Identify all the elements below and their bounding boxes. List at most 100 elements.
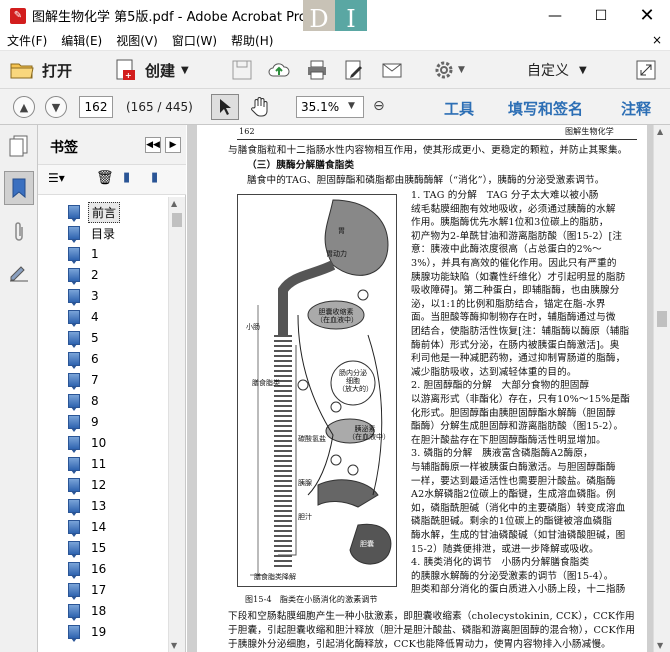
print-icon[interactable] bbox=[306, 59, 328, 81]
bookmark-item[interactable]: 前言 bbox=[68, 201, 121, 223]
scroll-up-icon[interactable]: ▲ bbox=[171, 199, 177, 208]
bookmark-item[interactable]: 16 bbox=[68, 559, 109, 579]
text-line: 4. 胰类消化的调节 小肠内分解膳食脂类 bbox=[411, 557, 590, 569]
bookmark-item[interactable]: 19 bbox=[68, 622, 109, 642]
bookmark-item[interactable]: 14 bbox=[68, 517, 109, 537]
fill-sign-pane-link[interactable]: 填写和签名 bbox=[508, 98, 583, 119]
bookmark-item[interactable]: 2 bbox=[68, 265, 102, 285]
minimize-button[interactable]: — bbox=[532, 0, 578, 31]
bookmark-item[interactable]: 8 bbox=[68, 391, 102, 411]
bookmarks-panel-icon[interactable] bbox=[4, 171, 34, 205]
previous-page-button[interactable]: ▲ bbox=[13, 96, 35, 118]
customize-button[interactable]: 自定义 ▼ bbox=[527, 57, 587, 83]
select-tool-button[interactable] bbox=[211, 94, 239, 120]
scrollbar-thumb[interactable] bbox=[172, 213, 182, 227]
new-bookmark-icon[interactable]: ▮ bbox=[123, 170, 130, 185]
bookmark-item[interactable]: 15 bbox=[68, 538, 109, 558]
bookmark-item[interactable]: 7 bbox=[68, 370, 102, 390]
scrollbar-thumb[interactable] bbox=[657, 311, 667, 327]
chevron-down-icon[interactable]: ▼ bbox=[458, 65, 465, 75]
bookmark-icon bbox=[68, 583, 80, 600]
text-line: 膳食中的TAG、胆固醇酯和磷脂都由胰酶酶解（“消化”），胰酶的分泌受激素调节。 bbox=[247, 175, 605, 186]
create-button[interactable]: + 创建 ▼ bbox=[115, 57, 189, 83]
text-line: 初产物为2-单酰甘油和游离脂肪酸（图15-2）[注 bbox=[411, 230, 623, 242]
bookmark-icon bbox=[68, 331, 80, 348]
bookmark-item[interactable]: 11 bbox=[68, 454, 109, 474]
find-bookmark-icon[interactable]: ▮ bbox=[151, 170, 158, 185]
document-scrollbar[interactable]: ▲ ▼ bbox=[653, 125, 670, 652]
bookmarks-scrollbar[interactable]: ▲ ▼ bbox=[168, 197, 185, 652]
bookmark-item[interactable]: 1 bbox=[68, 244, 102, 264]
menu-view[interactable]: 视图(V) bbox=[109, 32, 165, 49]
bookmarks-title: 书签 bbox=[50, 140, 78, 156]
gear-icon[interactable] bbox=[433, 59, 455, 81]
arrow-up-icon: ▲ bbox=[19, 100, 29, 114]
bookmark-item[interactable]: 13 bbox=[68, 496, 109, 516]
next-page-button[interactable]: ▼ bbox=[45, 96, 67, 118]
text-line: 作用。胰脂酶优先水解1位和3位碳上的脂肪， bbox=[411, 217, 609, 229]
navigation-toolbar: ▲ ▼ 162 (165 / 445) 35.1% ▼ ⊖ 工具 填写和签名 注… bbox=[0, 89, 670, 125]
bookmark-item[interactable]: 目录 bbox=[68, 223, 118, 243]
bookmark-icon bbox=[68, 478, 80, 495]
signatures-icon[interactable] bbox=[6, 259, 32, 285]
document-viewport[interactable]: 162 图解生物化学 与膳食脂粒和十二指肠水性内容物相互作用，使其形成更小、更稳… bbox=[187, 125, 653, 652]
bookmark-item[interactable]: 12 bbox=[68, 475, 109, 495]
bookmark-icon bbox=[68, 457, 80, 474]
edit-document-icon[interactable] bbox=[343, 59, 365, 81]
bookmark-item[interactable]: 9 bbox=[68, 412, 102, 432]
collapse-panel-icon[interactable]: ◀◀ bbox=[145, 137, 161, 153]
bookmark-item[interactable]: 5 bbox=[68, 328, 102, 348]
save-icon[interactable] bbox=[231, 59, 253, 81]
bookmark-item[interactable]: 6 bbox=[68, 349, 102, 369]
zoom-value: 35.1% bbox=[301, 100, 340, 114]
text-line: 与辅脂酶原一样被胰蛋白酶激活。与胆固醇酯酶 bbox=[411, 462, 616, 473]
digestion-diagram bbox=[250, 199, 392, 576]
bookmark-icon bbox=[68, 562, 80, 579]
zoom-out-icon[interactable]: ⊖ bbox=[373, 98, 385, 114]
label-dietary-fat: 膳食脂类 bbox=[252, 379, 280, 387]
bookmark-item[interactable]: 10 bbox=[68, 433, 109, 453]
scroll-down-icon[interactable]: ▼ bbox=[171, 641, 177, 650]
scroll-up-icon[interactable]: ▲ bbox=[657, 127, 663, 136]
hand-icon bbox=[251, 97, 268, 117]
comment-pane-link[interactable]: 注释 bbox=[621, 98, 651, 119]
page-thumbnails-icon[interactable] bbox=[6, 133, 32, 159]
bookmarks-list: 前言 目录 1 2 3 4 5 6 7 8 9 10 11 12 13 14 1… bbox=[38, 197, 168, 652]
hand-tool-button[interactable] bbox=[248, 95, 272, 119]
close-window-button[interactable]: ✕ bbox=[624, 0, 670, 31]
tools-pane-link[interactable]: 工具 bbox=[444, 98, 474, 119]
bookmark-icon bbox=[68, 499, 80, 516]
menu-edit[interactable]: 编辑(E) bbox=[54, 32, 109, 49]
panel-menu-icon[interactable]: ▶ bbox=[165, 137, 181, 153]
bookmark-icon bbox=[68, 310, 80, 327]
text-line: 在胆汁酸盐存在下胆固醇酯酶活性明显增加。 bbox=[411, 434, 606, 446]
text-line: 团结合，使脂肪活性恢复[注：辅脂酶以酶原（辅脂 bbox=[411, 326, 630, 337]
options-menu-icon[interactable]: ☰▾ bbox=[48, 171, 65, 185]
attachments-icon[interactable] bbox=[6, 219, 32, 245]
cloud-upload-icon[interactable] bbox=[268, 59, 290, 81]
chevron-down-icon: ▼ bbox=[181, 64, 189, 76]
bookmark-icon bbox=[68, 205, 80, 222]
svg-text:+: + bbox=[125, 71, 132, 80]
bookmark-item[interactable]: 17 bbox=[68, 580, 109, 600]
bookmark-item[interactable]: 4 bbox=[68, 307, 102, 327]
email-icon[interactable] bbox=[381, 59, 403, 81]
open-button[interactable]: 打开 bbox=[10, 57, 72, 83]
menu-window[interactable]: 窗口(W) bbox=[165, 32, 224, 49]
bookmark-item[interactable]: 18 bbox=[68, 601, 109, 621]
page-number-input[interactable]: 162 bbox=[79, 96, 113, 118]
text-line: 酶水解，生成的甘油磷酸碱（如甘油磷酸胆碱，图 bbox=[411, 530, 626, 541]
maximize-button[interactable]: ☐ bbox=[578, 0, 624, 31]
text-line: 酶前体）形式分泌，在肠内被胰蛋白酶激活]。奥 bbox=[411, 339, 620, 351]
text-line: 下段和空肠黏膜细胞产生一种小肽激素，即胆囊收缩素（cholecystokinin… bbox=[228, 611, 635, 622]
title-bar: ✎ 图解生物化学 第5版.pdf - Adobe Acrobat Pro D I… bbox=[0, 0, 670, 38]
bookmark-icon bbox=[68, 394, 80, 411]
menu-help[interactable]: 帮助(H) bbox=[224, 32, 280, 49]
menu-file[interactable]: 文件(F) bbox=[0, 32, 54, 49]
bookmark-item[interactable]: 3 bbox=[68, 286, 102, 306]
fullscreen-icon[interactable] bbox=[635, 59, 657, 81]
close-document-button[interactable]: × bbox=[652, 33, 662, 47]
chevron-down-icon[interactable]: ▼ bbox=[348, 101, 355, 111]
scroll-down-icon[interactable]: ▼ bbox=[657, 641, 663, 650]
delete-icon[interactable]: 🗑 bbox=[96, 170, 114, 186]
